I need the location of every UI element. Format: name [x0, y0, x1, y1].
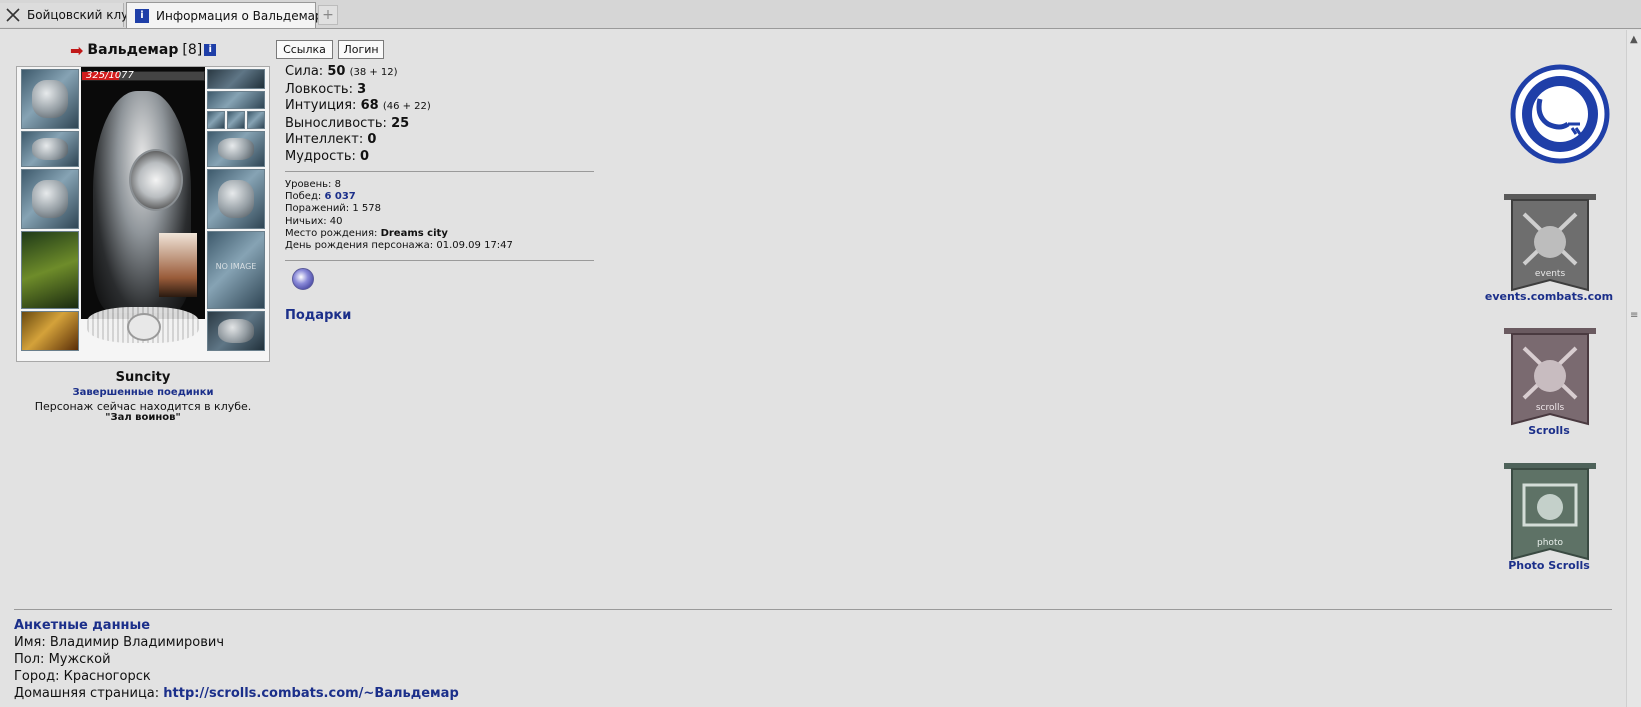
scroll-up-arrow-icon[interactable]: ▲ — [1630, 34, 1638, 45]
character-name-line: ➡ Вальдемар [8] i — [70, 40, 217, 60]
slot-shield[interactable] — [207, 169, 265, 229]
events-link[interactable]: events.combats.com — [1484, 290, 1614, 303]
banner-badge-photo: photo — [1537, 538, 1563, 548]
info-birthplace: Место рождения: Dreams city — [285, 227, 448, 239]
homepage-link[interactable]: http://scrolls.combats.com/~Вальдемар — [163, 686, 458, 701]
stat-intuition: Интуиция: 68 (46 + 22) — [285, 98, 431, 114]
finished-fights-link[interactable]: Завершенные поединки — [16, 387, 270, 398]
banner-badge-scrolls: scrolls — [1536, 403, 1565, 413]
scrolls-link[interactable]: Scrolls — [1484, 424, 1614, 437]
profile-name: Имя: Владимир Владимирович — [14, 635, 225, 650]
hp-text: 325/1077 — [86, 70, 134, 81]
stat-strength: Сила: 50 (38 + 12) — [285, 64, 398, 79]
profile-title: Анкетные данные — [14, 618, 151, 633]
no-image-label: NO IMAGE — [215, 262, 257, 272]
photo-scrolls-banner-icon[interactable]: photo — [1498, 461, 1602, 573]
link-button[interactable]: Ссылка — [276, 40, 333, 59]
city-name: Suncity — [115, 370, 171, 385]
tab-label: Информация о Вальдемар — [156, 8, 323, 23]
scrolls-banner-icon[interactable]: scrolls — [1498, 326, 1602, 438]
stat-agility: Ловкость: 3 — [285, 81, 367, 97]
info-icon: i — [135, 8, 149, 23]
tab-label: Бойцовский клуб — [27, 8, 136, 22]
stat-endurance: Выносливость: 25 — [285, 115, 410, 131]
slot-earrings[interactable] — [207, 91, 265, 109]
shield-icon — [129, 149, 183, 211]
slot-helmet[interactable] — [21, 69, 79, 129]
profile-section: Анкетные данные Имя: Владимир Владимиров… — [14, 617, 459, 702]
room-name: "Зал воинов" — [105, 412, 181, 423]
info-draws: Ничьих: 40 — [285, 215, 343, 227]
medal-icon[interactable] — [292, 268, 314, 290]
owl-pet-image[interactable] — [159, 233, 197, 297]
slot-belt[interactable] — [21, 311, 79, 351]
stats-list: Сила: 50 (38 + 12) Ловкость: 3 Интуиция:… — [285, 64, 431, 166]
fist-emblem-icon — [127, 313, 161, 341]
tab-fight-club[interactable]: Бойцовский клуб — [0, 3, 136, 27]
slot-gloves[interactable] — [207, 131, 265, 167]
slot-ring-1[interactable] — [207, 111, 225, 129]
slot-boots[interactable] — [207, 311, 265, 351]
slot-leggings[interactable]: NO IMAGE — [207, 231, 265, 309]
profile-divider — [14, 609, 1612, 610]
scroll-grip-icon[interactable]: ≡ — [1630, 310, 1638, 321]
stat-intellect: Интеллект: 0 — [285, 132, 377, 148]
info-wins: Побед: 6 037 — [285, 191, 356, 203]
new-tab-button[interactable]: + — [318, 5, 338, 25]
vertical-scrollbar[interactable]: ▲ ≡ — [1626, 30, 1641, 707]
events-banner-icon[interactable]: events — [1498, 192, 1602, 304]
tab-character-info[interactable]: i Информация о Вальдемар ✖ — [126, 2, 333, 28]
info-level: Уровень: 8 — [285, 179, 341, 190]
scorpion-logo-icon[interactable] — [1510, 64, 1610, 164]
info-birthday: День рождения персонажа: 01.09.09 17:47 — [285, 240, 513, 252]
info-icon[interactable]: i — [204, 44, 217, 56]
info-losses: Поражений: 1 578 — [285, 203, 382, 215]
stat-wisdom: Мудрость: 0 — [285, 148, 370, 164]
crossed-swords-icon — [6, 8, 20, 22]
slot-necklace[interactable] — [207, 69, 265, 89]
slot-armor[interactable] — [21, 231, 79, 309]
divider — [285, 260, 594, 261]
slot-ring-3[interactable] — [247, 111, 265, 129]
gifts-link[interactable]: Подарки — [285, 308, 351, 323]
login-button[interactable]: Логин — [338, 40, 384, 59]
slot-weapon[interactable] — [21, 169, 79, 229]
character-doll: 325/1077 NO IMAGE — [16, 66, 270, 362]
profile-homepage: Домашняя страница: http://scrolls.combat… — [14, 686, 459, 701]
slot-bracers[interactable] — [21, 131, 79, 167]
banner-badge-events: events — [1535, 269, 1566, 279]
profile-gender: Пол: Мужской — [14, 652, 111, 667]
character-level: [8] — [182, 42, 203, 58]
arrow-right-icon: ➡ — [70, 40, 84, 60]
slot-ring-2[interactable] — [227, 111, 245, 129]
hp-bar: 325/1077 — [81, 70, 205, 81]
photo-scrolls-link[interactable]: Photo Scrolls — [1484, 559, 1614, 572]
character-info: Уровень: 8 Побед: 6 037 Поражений: 1 578… — [285, 179, 513, 252]
profile-city: Город: Красногорск — [14, 669, 151, 684]
divider — [285, 171, 594, 172]
character-name: Вальдемар — [87, 42, 179, 58]
